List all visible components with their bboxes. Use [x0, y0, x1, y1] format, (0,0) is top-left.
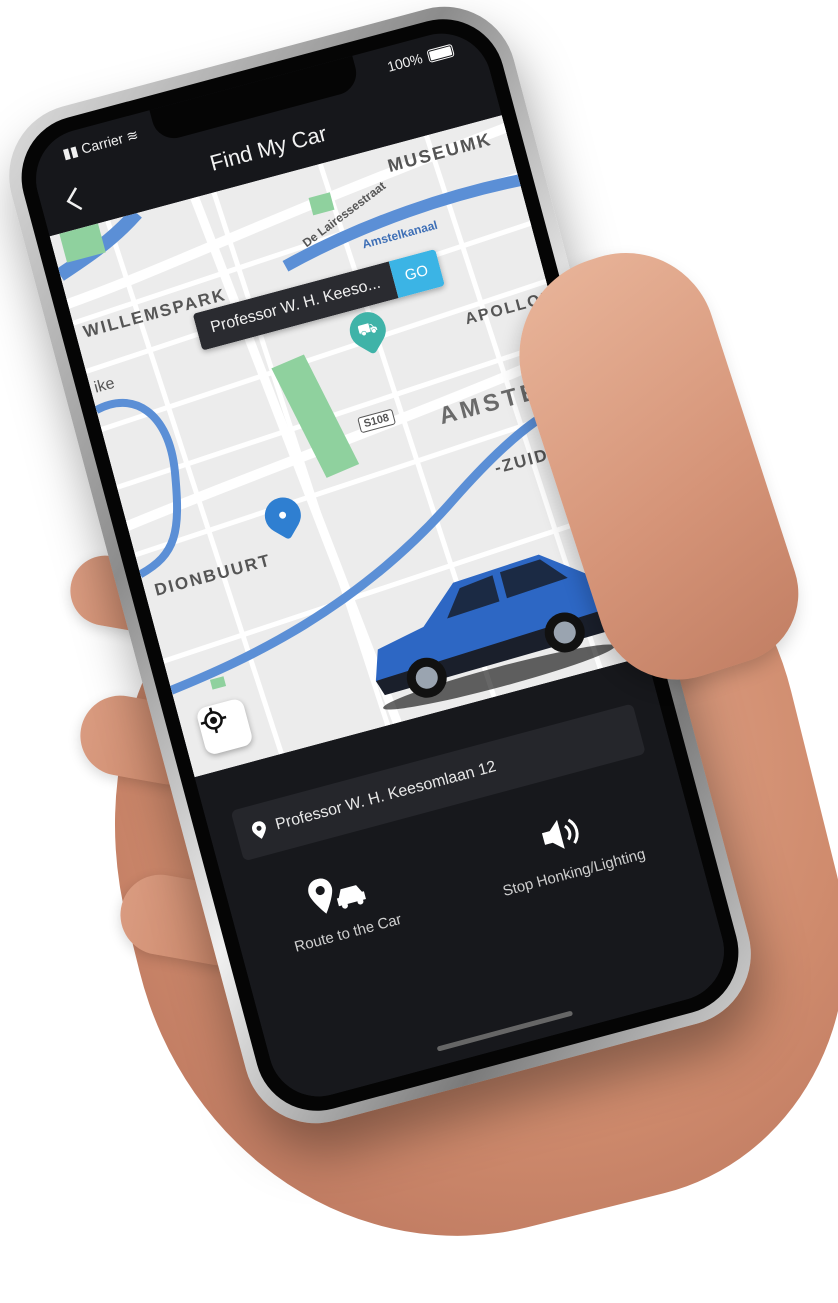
battery-percent: 100%: [385, 50, 425, 75]
crosshair-icon: [200, 707, 227, 734]
person-icon: ●: [275, 505, 290, 525]
battery-status: 100%: [386, 42, 456, 75]
route-to-car-label: Route to the Car: [292, 910, 404, 956]
stop-honking-button[interactable]: Stop Honking/Lighting: [488, 795, 648, 900]
route-car-icon: [308, 878, 366, 914]
map-pin-icon: [252, 821, 266, 839]
stop-honking-label: Stop Honking/Lighting: [500, 845, 648, 900]
wifi-icon: ≋: [124, 126, 140, 145]
car-address: Professor W. H. Keesomlaan 12: [273, 758, 498, 834]
battery-icon: [426, 43, 455, 63]
home-indicator[interactable]: [436, 1010, 574, 1052]
back-icon[interactable]: [56, 181, 93, 218]
speaker-icon: [541, 818, 579, 849]
route-to-car-button[interactable]: Route to the Car: [279, 861, 403, 956]
car-icon: ⛟: [355, 318, 380, 341]
carrier-text: Carrier: [79, 130, 125, 157]
